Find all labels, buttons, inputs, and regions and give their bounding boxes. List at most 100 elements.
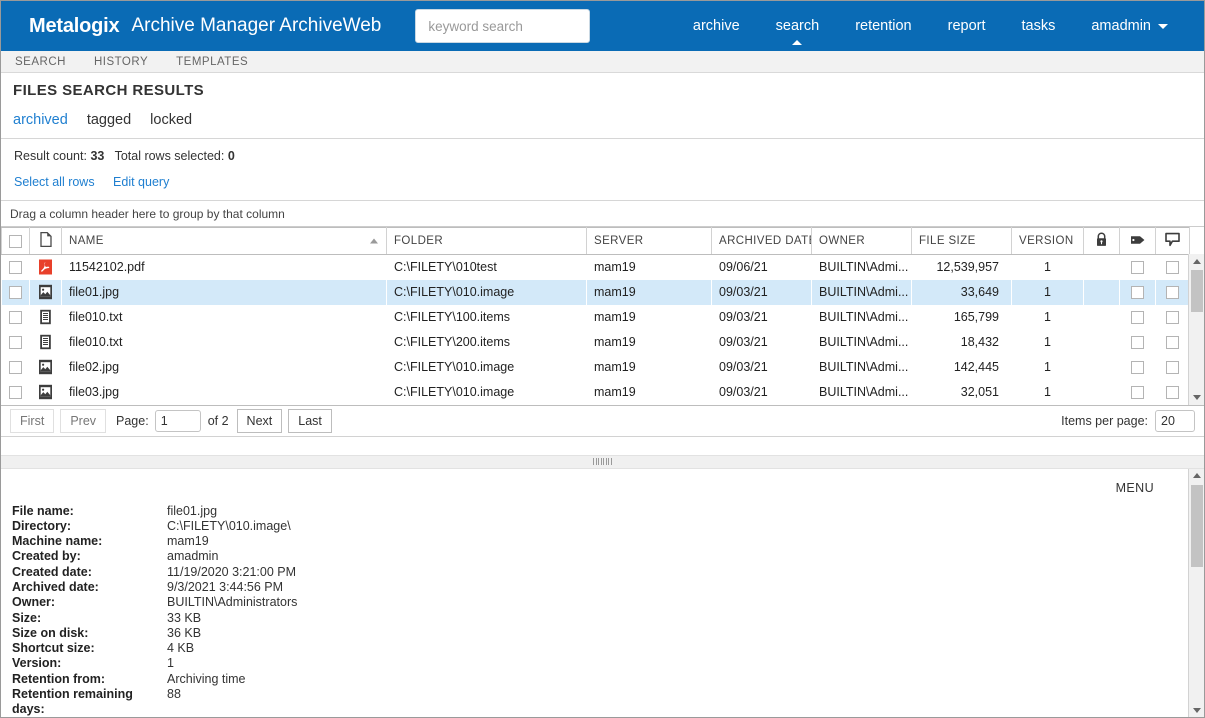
cell-note[interactable]: [1156, 330, 1190, 355]
filter-locked[interactable]: locked: [150, 112, 192, 128]
cell-owner: BUILTIN\Admi...: [819, 360, 909, 374]
row-select-cell[interactable]: [2, 330, 30, 355]
tag-checkbox[interactable]: [1131, 336, 1144, 350]
row-checkbox[interactable]: [9, 361, 22, 375]
items-per-page-input[interactable]: [1155, 409, 1195, 432]
cell-note[interactable]: [1156, 305, 1190, 330]
detail-scrollbar-thumb[interactable]: [1191, 484, 1203, 567]
column-header-tagged[interactable]: [1119, 227, 1156, 255]
column-header-server[interactable]: SERVER: [586, 227, 712, 255]
search-input[interactable]: [426, 17, 580, 35]
detail-vertical-scrollbar[interactable]: [1188, 468, 1204, 717]
select-all-checkbox[interactable]: [9, 234, 22, 248]
cell-locked[interactable]: [1084, 380, 1120, 405]
first-page-button[interactable]: First: [10, 408, 55, 433]
scroll-down-icon[interactable]: [1189, 391, 1205, 405]
grid-scrollbar-thumb[interactable]: [1191, 270, 1203, 312]
note-checkbox[interactable]: [1166, 311, 1179, 325]
tag-checkbox[interactable]: [1131, 386, 1144, 400]
cell-tagged[interactable]: [1120, 305, 1156, 330]
cell-tagged[interactable]: [1120, 380, 1156, 405]
note-checkbox[interactable]: [1166, 336, 1179, 350]
tab-templates[interactable]: TEMPLATES: [176, 56, 248, 68]
table-row[interactable]: file03.jpg C:\FILETY\010.image mam19 09/03/…: [1, 379, 1190, 405]
edit-query-link[interactable]: Edit query: [113, 175, 169, 189]
cell-locked[interactable]: [1084, 280, 1120, 305]
nav-item-archive[interactable]: archive: [675, 1, 758, 51]
column-header-name[interactable]: NAME: [61, 227, 387, 255]
cell-note[interactable]: [1156, 255, 1190, 280]
row-select-cell[interactable]: [2, 380, 30, 405]
row-checkbox[interactable]: [9, 261, 22, 275]
note-checkbox[interactable]: [1166, 361, 1179, 375]
user-menu[interactable]: amadmin: [1073, 1, 1186, 51]
row-checkbox[interactable]: [9, 336, 22, 350]
tab-search[interactable]: SEARCH: [15, 56, 66, 68]
cell-tagged[interactable]: [1120, 355, 1156, 380]
cell-note[interactable]: [1156, 355, 1190, 380]
cell-tagged[interactable]: [1120, 255, 1156, 280]
page-number-input[interactable]: [154, 409, 201, 432]
detail-label: Created date:: [12, 564, 92, 579]
column-header-version[interactable]: VERSION: [1011, 227, 1084, 255]
table-row[interactable]: file02.jpg C:\FILETY\010.image mam19 09/03/…: [1, 354, 1190, 380]
note-checkbox[interactable]: [1166, 386, 1179, 400]
detail-scroll-up-icon[interactable]: [1189, 469, 1204, 483]
cell-locked[interactable]: [1084, 305, 1120, 330]
group-by-dropzone[interactable]: Drag a column header here to group by th…: [1, 201, 1204, 227]
column-header-archived-date[interactable]: ARCHIVED DATE: [711, 227, 812, 255]
row-select-cell[interactable]: [2, 255, 30, 280]
detail-scroll-down-icon[interactable]: [1189, 703, 1204, 717]
column-header-file-size[interactable]: FILE SIZE: [911, 227, 1012, 255]
tag-checkbox[interactable]: [1131, 286, 1144, 300]
column-header-notes[interactable]: [1155, 227, 1190, 255]
cell-locked[interactable]: [1084, 330, 1120, 355]
filter-tagged[interactable]: tagged: [87, 112, 131, 128]
table-row[interactable]: file010.txt C:\FILETY\100.items mam19 09/03…: [1, 304, 1190, 330]
pane-splitter[interactable]: [1, 454, 1204, 469]
detail-label: Owner:: [12, 595, 56, 610]
cell-tagged[interactable]: [1120, 280, 1156, 305]
detail-menu-button[interactable]: MENU: [1116, 481, 1154, 495]
cell-folder: C:\FILETY\010.image: [394, 285, 515, 299]
cell-tagged[interactable]: [1120, 330, 1156, 355]
scroll-up-icon[interactable]: [1189, 254, 1205, 268]
tag-checkbox[interactable]: [1131, 361, 1144, 375]
cell-file-size: 18,432: [960, 335, 999, 349]
tab-history[interactable]: HISTORY: [94, 56, 148, 68]
column-header-owner[interactable]: OWNER: [811, 227, 912, 255]
detail-value: Archiving time: [167, 671, 246, 686]
nav-item-retention[interactable]: retention: [837, 1, 929, 51]
nav-item-search[interactable]: search: [758, 1, 838, 51]
table-row[interactable]: file010.txt C:\FILETY\200.items mam19 09/03…: [1, 329, 1190, 355]
row-select-cell[interactable]: [2, 305, 30, 330]
column-header-folder[interactable]: FOLDER: [386, 227, 587, 255]
table-row[interactable]: file01.jpg C:\FILETY\010.image mam19 09/03/…: [1, 279, 1190, 305]
row-select-cell[interactable]: [2, 280, 30, 305]
user-name: amadmin: [1091, 18, 1151, 34]
grid-vertical-scrollbar[interactable]: [1188, 254, 1204, 405]
next-page-button[interactable]: Next: [236, 408, 283, 433]
cell-locked[interactable]: [1084, 255, 1120, 280]
column-header-select-all[interactable]: [1, 227, 30, 255]
keyword-search-box[interactable]: [415, 9, 591, 43]
note-checkbox[interactable]: [1166, 286, 1179, 300]
tag-checkbox[interactable]: [1131, 261, 1144, 275]
nav-item-tasks[interactable]: tasks: [1004, 1, 1074, 51]
column-header-locked[interactable]: [1083, 227, 1120, 255]
nav-item-report[interactable]: report: [930, 1, 1004, 51]
table-row[interactable]: 11542102.pdf C:\FILETY\010test mam19 09/06/…: [1, 254, 1190, 280]
row-checkbox[interactable]: [9, 311, 22, 325]
prev-page-button[interactable]: Prev: [60, 408, 107, 433]
cell-note[interactable]: [1156, 380, 1190, 405]
note-checkbox[interactable]: [1166, 261, 1179, 275]
cell-note[interactable]: [1156, 280, 1190, 305]
last-page-button[interactable]: Last: [288, 408, 332, 433]
row-checkbox[interactable]: [9, 386, 22, 400]
select-all-rows-link[interactable]: Select all rows: [14, 175, 95, 189]
tag-checkbox[interactable]: [1131, 311, 1144, 325]
filter-archived[interactable]: archived: [13, 112, 68, 128]
row-select-cell[interactable]: [2, 355, 30, 380]
cell-locked[interactable]: [1084, 355, 1120, 380]
row-checkbox[interactable]: [9, 286, 22, 300]
